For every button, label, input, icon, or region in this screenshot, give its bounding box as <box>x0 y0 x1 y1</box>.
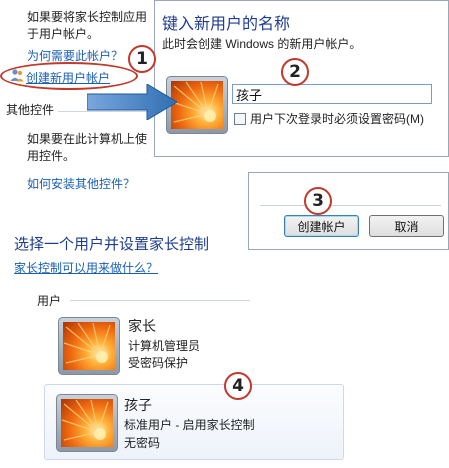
flower-avatar-icon <box>58 317 120 375</box>
user-password-status: 无密码 <box>124 436 161 450</box>
cancel-button[interactable]: 取消 <box>369 215 444 237</box>
step-badge-4: 4 <box>224 372 252 400</box>
controls-text: 如果要在此计算机上使用控件。 <box>27 132 148 163</box>
install-controls-link[interactable]: 如何安装其他控件？ <box>27 175 135 192</box>
divider <box>260 205 441 206</box>
arrow-right-icon <box>87 84 177 120</box>
password-checkbox-label: 用户下次登录时必须设置密码(M) <box>250 112 424 126</box>
flower-avatar-icon <box>56 394 118 452</box>
section-header: 选择一个用户并设置家长控制 <box>14 236 210 253</box>
dialog-description: 此时会创建 Windows 的新用户帐户。 <box>162 37 362 51</box>
step-badge-3: 3 <box>304 187 332 215</box>
other-controls-heading: 其他控件 <box>6 103 55 117</box>
parental-controls-info-link[interactable]: 家长控制可以用来做什么？ <box>14 259 158 276</box>
create-account-button[interactable]: 创建帐户 <box>284 215 359 237</box>
user-role: 计算机管理员 <box>128 339 201 353</box>
password-checkbox[interactable] <box>234 113 246 125</box>
user-name: 家长 <box>128 318 156 334</box>
dialog-title: 键入新用户的名称 <box>162 16 291 33</box>
user-name-input[interactable] <box>232 84 432 104</box>
step-badge-2: 2 <box>281 58 309 86</box>
confirm-dialog <box>248 172 449 250</box>
user-name: 孩子 <box>124 397 152 413</box>
user-role: 标准用户 - 启用家长控制 <box>124 418 255 432</box>
users-icon <box>10 69 24 82</box>
divider <box>70 300 250 301</box>
user-password-status: 受密码保护 <box>128 356 189 370</box>
step-badge-1: 1 <box>128 45 156 73</box>
intro-text: 如果要将家长控制应用于用户帐户。 <box>27 10 148 41</box>
